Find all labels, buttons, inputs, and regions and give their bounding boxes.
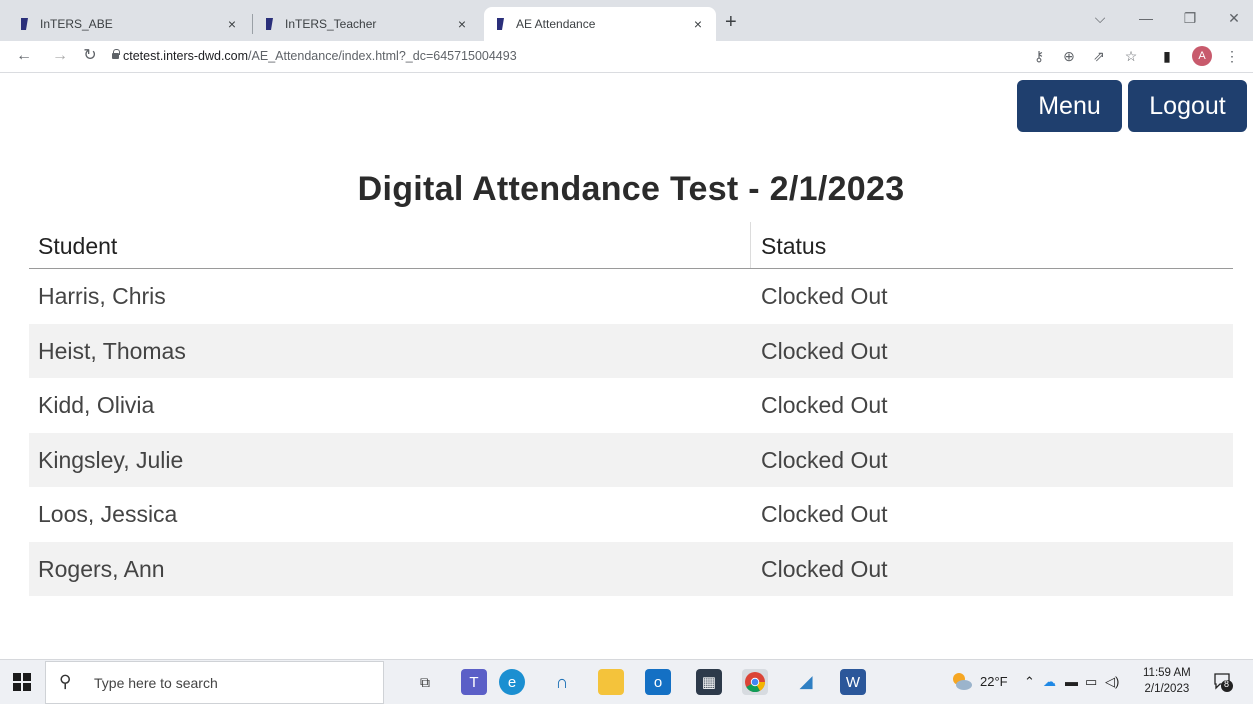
browser-toolbar: ← → ↻ ctetest.inters-dwd.com/AE_Attendan… xyxy=(0,41,1253,73)
tab-ae-attendance[interactable]: AE Attendance × xyxy=(484,7,716,41)
edge-icon[interactable]: e xyxy=(499,669,525,695)
status-value: Clocked Out xyxy=(761,501,888,527)
page-favicon-icon xyxy=(266,18,273,30)
word-icon[interactable]: W xyxy=(840,669,866,695)
tab-close-icon[interactable]: × xyxy=(690,16,706,32)
reload-icon[interactable]: ↻ xyxy=(80,46,100,66)
chrome-icon[interactable] xyxy=(742,669,768,695)
tab-search-chevron-icon[interactable]: ⌵ xyxy=(1090,10,1110,27)
outlook-icon[interactable]: o xyxy=(645,669,671,695)
notepad-icon[interactable]: ◢ xyxy=(793,669,819,695)
show-hidden-icons-icon[interactable]: ⌃ xyxy=(1024,674,1035,690)
url-path: /AE_Attendance/index.html?_dc=6457150044… xyxy=(248,49,517,63)
status-value: Clocked Out xyxy=(761,283,888,309)
student-name: Kingsley, Julie xyxy=(38,446,184,473)
windows-start-icon[interactable] xyxy=(13,673,31,691)
browser-menu-icon[interactable]: ⋮ xyxy=(1223,47,1241,65)
new-tab-icon[interactable]: + xyxy=(725,12,737,32)
status-value: Clocked Out xyxy=(761,392,888,418)
bookmark-star-icon[interactable]: ☆ xyxy=(1122,47,1140,65)
weather-icon[interactable] xyxy=(950,669,974,693)
headset-icon[interactable]: ∩ xyxy=(549,669,575,695)
table-row[interactable]: Harris, Chris Clocked Out xyxy=(29,269,1233,324)
side-panel-icon[interactable]: ▮ xyxy=(1158,47,1176,65)
taskbar: ⚲ Type here to search ⧉ T e ∩ o ▦ ◢ W 22… xyxy=(0,659,1253,704)
student-name: Kidd, Olivia xyxy=(38,392,155,418)
page-favicon-icon xyxy=(21,18,28,30)
taskbar-search-input[interactable]: ⚲ Type here to search xyxy=(45,661,384,704)
teams-icon[interactable]: T xyxy=(461,669,487,695)
store-icon[interactable]: ▦ xyxy=(696,669,722,695)
logout-button[interactable]: Logout xyxy=(1128,80,1247,132)
network-icon[interactable]: ▭ xyxy=(1085,674,1097,690)
page-favicon-icon xyxy=(497,18,504,30)
column-divider xyxy=(750,222,751,268)
tab-title: AE Attendance xyxy=(516,17,596,31)
student-name: Harris, Chris xyxy=(38,283,166,309)
window-close-icon[interactable]: ✕ xyxy=(1224,10,1244,27)
column-header-student[interactable]: Student xyxy=(38,233,117,260)
battery-icon[interactable]: ▬ xyxy=(1065,674,1078,689)
attendance-table: Student Status Harris, Chris Clocked Out… xyxy=(29,222,1233,596)
table-row[interactable]: Kidd, Olivia Clocked Out xyxy=(29,378,1233,433)
notification-bubble-icon xyxy=(1214,673,1233,692)
task-view-icon[interactable]: ⧉ xyxy=(412,669,438,695)
status-value: Clocked Out xyxy=(761,446,888,473)
onedrive-icon[interactable]: ☁ xyxy=(1043,674,1056,690)
tab-inters-teacher[interactable]: InTERS_Teacher × xyxy=(263,7,480,41)
tab-close-icon[interactable]: × xyxy=(454,16,470,32)
table-header: Student Status xyxy=(29,222,1233,269)
clock-time: 11:59 AM xyxy=(1143,667,1191,679)
search-placeholder: Type here to search xyxy=(94,675,218,691)
system-clock[interactable]: 11:59 AM 2/1/2023 xyxy=(1143,665,1191,697)
tab-divider xyxy=(252,14,253,34)
share-icon[interactable]: ⇗ xyxy=(1090,47,1108,65)
search-icon: ⚲ xyxy=(59,672,72,691)
status-value: Clocked Out xyxy=(761,555,888,582)
student-name: Heist, Thomas xyxy=(38,337,186,364)
url-host: ctetest.inters-dwd.com xyxy=(123,49,249,63)
notification-icon[interactable]: 8 xyxy=(1212,671,1234,693)
back-arrow-icon[interactable]: ← xyxy=(14,46,34,66)
notification-count: 8 xyxy=(1224,679,1230,689)
address-bar[interactable]: ctetest.inters-dwd.com/AE_Attendance/ind… xyxy=(123,49,517,63)
tab-title: InTERS_ABE xyxy=(40,17,113,31)
weather-temp[interactable]: 22°F xyxy=(980,674,1008,689)
minimize-icon[interactable]: — xyxy=(1136,10,1156,26)
table-row[interactable]: Kingsley, Julie Clocked Out xyxy=(29,432,1233,487)
file-explorer-icon[interactable] xyxy=(598,669,624,695)
table-row[interactable]: Heist, Thomas Clocked Out xyxy=(29,323,1233,378)
page-title: Digital Attendance Test - 2/1/2023 xyxy=(357,170,905,208)
profile-avatar[interactable]: A xyxy=(1192,46,1212,66)
menu-button[interactable]: Menu xyxy=(1017,80,1122,132)
tab-close-icon[interactable]: × xyxy=(224,16,240,32)
forward-arrow-icon[interactable]: → xyxy=(50,46,70,66)
column-header-status[interactable]: Status xyxy=(761,233,826,260)
volume-icon[interactable]: ◁) xyxy=(1105,674,1119,690)
zoom-icon[interactable]: ⊕ xyxy=(1060,47,1078,65)
browser-tab-strip: InTERS_ABE × InTERS_Teacher × AE Attenda… xyxy=(0,0,1253,41)
sun-cloud-icon xyxy=(953,673,972,690)
status-value: Clocked Out xyxy=(761,337,888,364)
table-row[interactable]: Loos, Jessica Clocked Out xyxy=(29,487,1233,542)
clock-date: 2/1/2023 xyxy=(1144,683,1190,695)
student-name: Loos, Jessica xyxy=(38,501,178,527)
tab-title: InTERS_Teacher xyxy=(285,17,377,31)
lock-icon xyxy=(112,49,120,59)
restore-icon[interactable]: ❐ xyxy=(1180,10,1200,27)
password-key-icon[interactable]: ⚷ xyxy=(1030,47,1048,65)
chrome-logo-icon xyxy=(745,672,766,693)
page-content: Menu Logout Digital Attendance Test - 2/… xyxy=(0,74,1253,659)
table-row[interactable]: Rogers, Ann Clocked Out xyxy=(29,541,1233,596)
student-name: Rogers, Ann xyxy=(38,555,165,582)
tab-inters-abe[interactable]: InTERS_ABE × xyxy=(18,7,250,41)
